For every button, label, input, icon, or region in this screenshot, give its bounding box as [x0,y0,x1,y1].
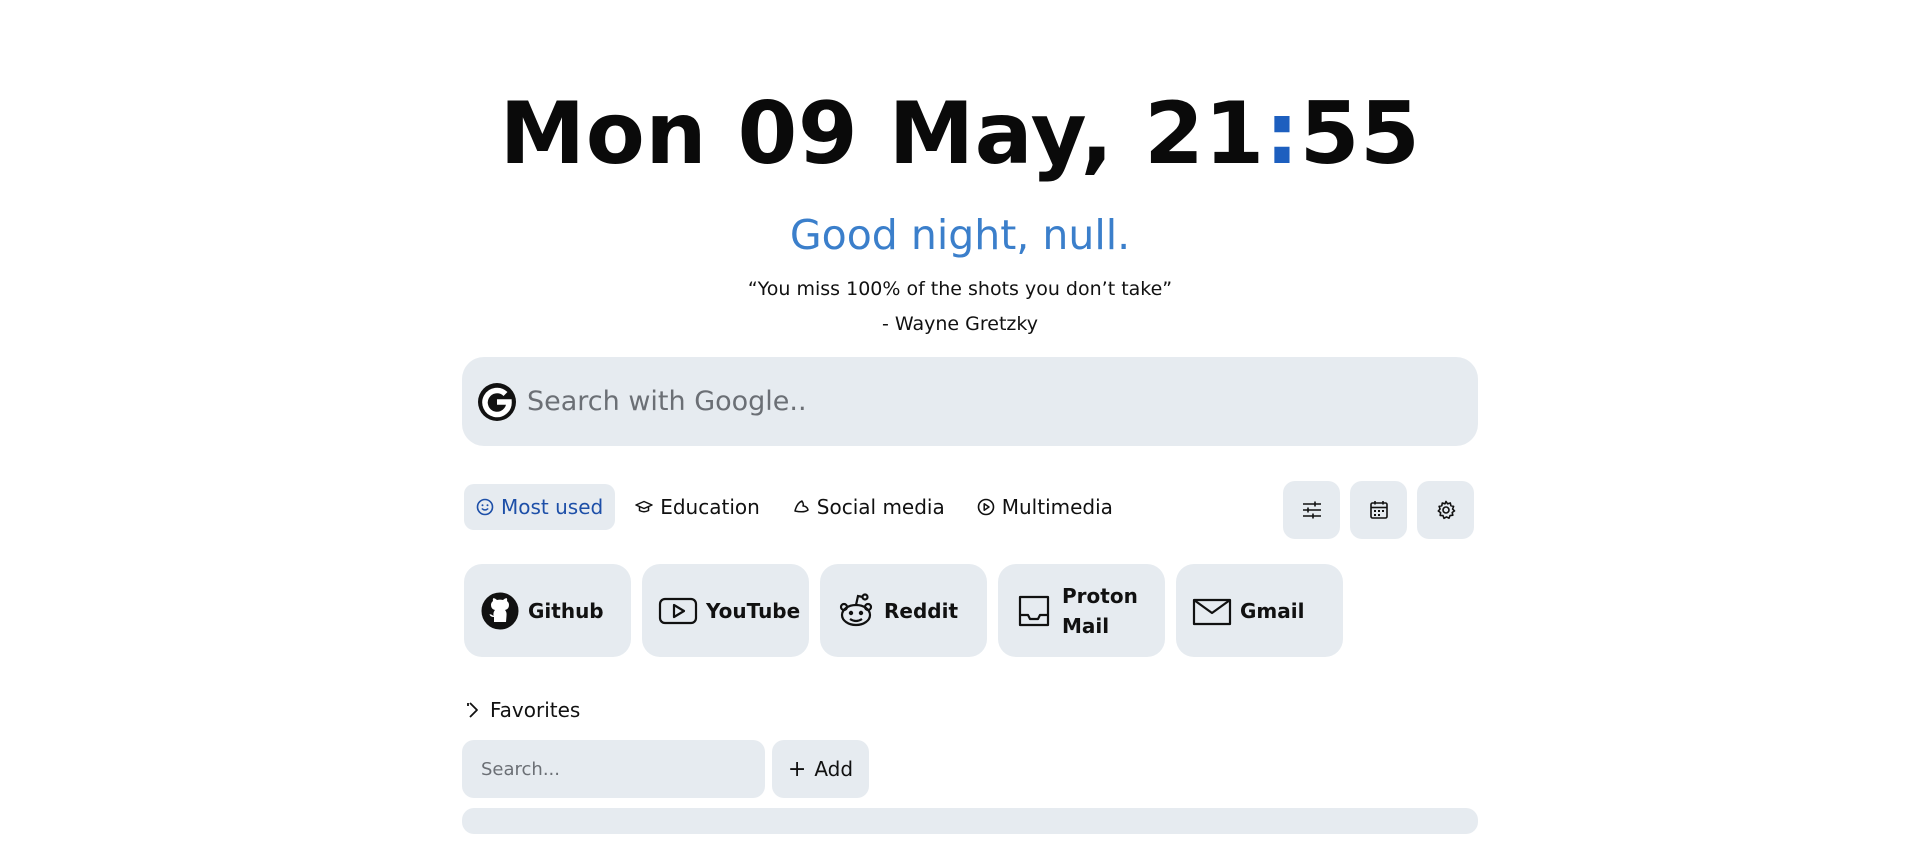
favorites-list [462,808,1478,834]
favorites-toggle[interactable]: Favorites [465,698,580,722]
greeting: Good night, null. [789,211,1131,259]
calendar-icon [1369,501,1388,519]
sliders-icon [1302,501,1321,519]
smile-icon [476,498,494,516]
tab-multimedia[interactable]: Multimedia [965,484,1125,530]
tab-social-media[interactable]: Social media [780,484,957,530]
tab-label: Education [660,495,760,519]
favorites-title: Favorites [490,698,581,722]
play-circle-icon [977,498,995,516]
quote-text: “You miss 100% of the shots you don’t ta… [747,278,1173,300]
shortcut-label: Reddit [884,598,959,623]
google-icon [478,382,516,421]
shortcut-proton-mail[interactable]: Proton Mail [998,564,1165,657]
add-favorite-button[interactable]: + Add [772,740,869,798]
clock-colon: : [1264,84,1300,184]
reddit-icon [839,592,873,626]
category-tabs: Most used Education Social media Multime… [464,484,1133,530]
shortcut-reddit[interactable]: Reddit [820,564,987,657]
chevron-right-icon [467,702,478,718]
quote-author: - Wayne Gretzky [882,313,1038,335]
calendar-button[interactable] [1350,481,1407,539]
search-input[interactable] [527,386,1427,417]
bird-icon [794,500,809,513]
gear-icon [1437,500,1455,520]
tab-education[interactable]: Education [623,484,772,530]
inbox-icon [1018,595,1050,626]
shortcut-tiles: Github YouTube Reddit Proton Mail Gmail [464,564,1354,657]
tab-most-used[interactable]: Most used [464,484,616,530]
filters-button[interactable] [1283,481,1340,539]
clock: Mon 09 May, 21:55 [0,84,1920,184]
shortcut-label: Proton Mail [1062,583,1138,638]
shortcut-youtube[interactable]: YouTube [642,564,809,657]
mail-icon [1192,598,1232,625]
shortcut-label: Github [528,598,604,623]
favorites-search-input[interactable] [462,740,765,798]
youtube-icon [658,597,698,624]
add-label: Add [814,757,854,781]
tab-label: Multimedia [1001,495,1113,519]
shortcut-label: YouTube [706,598,801,623]
tab-label: Most used [501,495,604,519]
google-search-bar[interactable] [462,357,1478,446]
shortcut-github[interactable]: Github [464,564,631,657]
clock-date: Mon 09 May, 21 [499,84,1265,184]
clock-minutes: 55 [1299,84,1421,184]
shortcut-gmail[interactable]: Gmail [1176,564,1343,657]
graduation-cap-icon [635,500,653,513]
toolbar [1283,481,1484,539]
tab-label: Social media [816,495,945,519]
github-icon [481,592,519,629]
settings-button[interactable] [1417,481,1474,539]
plus-icon: + [787,756,807,782]
shortcut-label: Gmail [1240,598,1305,623]
